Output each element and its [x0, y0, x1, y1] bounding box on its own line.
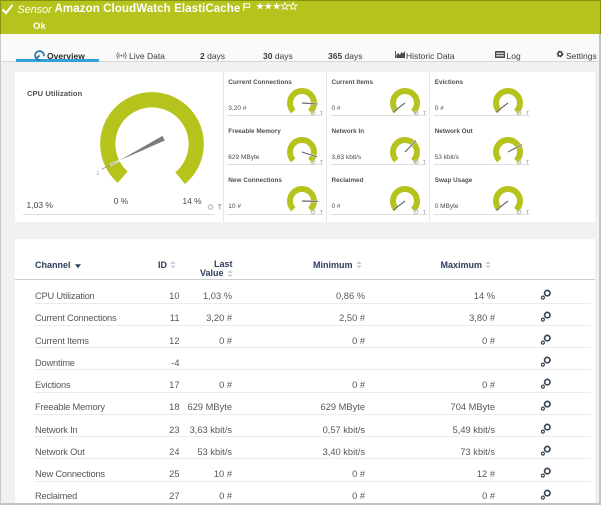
svg-text:1: 1	[97, 171, 100, 177]
